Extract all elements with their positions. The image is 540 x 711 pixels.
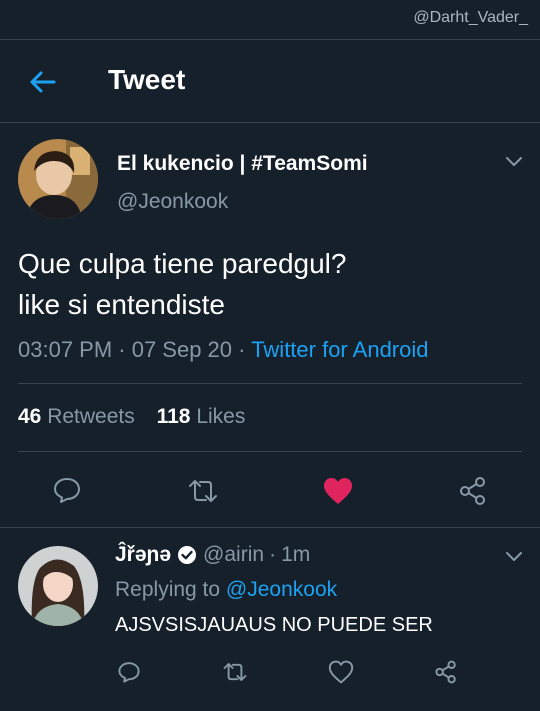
retweets-label: Retweets bbox=[47, 405, 135, 428]
retweets-stat[interactable]: 46 Retweets bbox=[18, 405, 135, 428]
verified-icon bbox=[178, 546, 197, 564]
tweet-text-line: like si entendiste bbox=[18, 289, 226, 320]
header: Tweet bbox=[0, 40, 540, 122]
tweet-meta: 03:07 PM · 07 Sep 20 · Twitter for Andro… bbox=[18, 337, 429, 363]
tweet-source-link[interactable]: Twitter for Android bbox=[251, 337, 428, 362]
replying-prefix: Replying to bbox=[115, 578, 226, 601]
avatar-image bbox=[18, 139, 98, 219]
tweet-stats: 46 Retweets 118 Likes bbox=[18, 405, 245, 429]
share-icon[interactable] bbox=[458, 476, 488, 506]
reply-text: AJSVSISJAUAUS NO PUEDE SER bbox=[115, 614, 433, 636]
tweet-timestamp: 03:07 PM · 07 Sep 20 · bbox=[18, 337, 252, 362]
reply-header: Ĵřəɲə @airin · 1m bbox=[115, 543, 310, 567]
avatar-image bbox=[18, 546, 98, 626]
heart-icon[interactable] bbox=[322, 476, 354, 506]
divider bbox=[0, 122, 540, 123]
avatar[interactable] bbox=[18, 139, 98, 219]
replying-to-mention[interactable]: @Jeonkook bbox=[226, 578, 337, 601]
watermark: @Darht_Vader_ bbox=[413, 9, 528, 26]
tweet-text-line: Que culpa tiene paredgul? bbox=[18, 248, 347, 279]
replying-to: Replying to @Jeonkook bbox=[115, 578, 337, 602]
likes-label: Likes bbox=[196, 405, 246, 428]
retweet-icon[interactable] bbox=[187, 476, 219, 506]
divider bbox=[18, 451, 522, 452]
page-title: Tweet bbox=[108, 64, 186, 95]
likes-count: 118 bbox=[156, 405, 191, 428]
reply-display-name[interactable]: Ĵřəɲə bbox=[115, 543, 171, 567]
heart-icon[interactable] bbox=[328, 660, 354, 684]
back-arrow-icon[interactable] bbox=[22, 62, 62, 102]
tweet-display-name[interactable]: El kukencio | #TeamSomi bbox=[117, 152, 368, 176]
reply-avatar[interactable] bbox=[18, 546, 98, 626]
divider bbox=[0, 527, 540, 528]
reply-separator: · bbox=[269, 543, 277, 566]
tweet-handle[interactable]: @Jeonkook bbox=[117, 190, 228, 214]
likes-stat[interactable]: 118 Likes bbox=[157, 405, 246, 428]
tweet-text: Que culpa tiene paredgul? like si entend… bbox=[18, 243, 518, 325]
divider bbox=[18, 383, 522, 384]
chevron-down-icon[interactable] bbox=[503, 150, 525, 172]
reply-handle[interactable]: @airin bbox=[203, 543, 264, 567]
share-icon[interactable] bbox=[434, 660, 458, 684]
retweets-count: 46 bbox=[18, 405, 42, 428]
retweet-icon[interactable] bbox=[222, 660, 248, 684]
chevron-down-icon[interactable] bbox=[503, 545, 525, 567]
reply-age: 1m bbox=[281, 543, 311, 566]
reply-icon[interactable] bbox=[52, 475, 82, 505]
reply-icon[interactable] bbox=[117, 660, 141, 684]
